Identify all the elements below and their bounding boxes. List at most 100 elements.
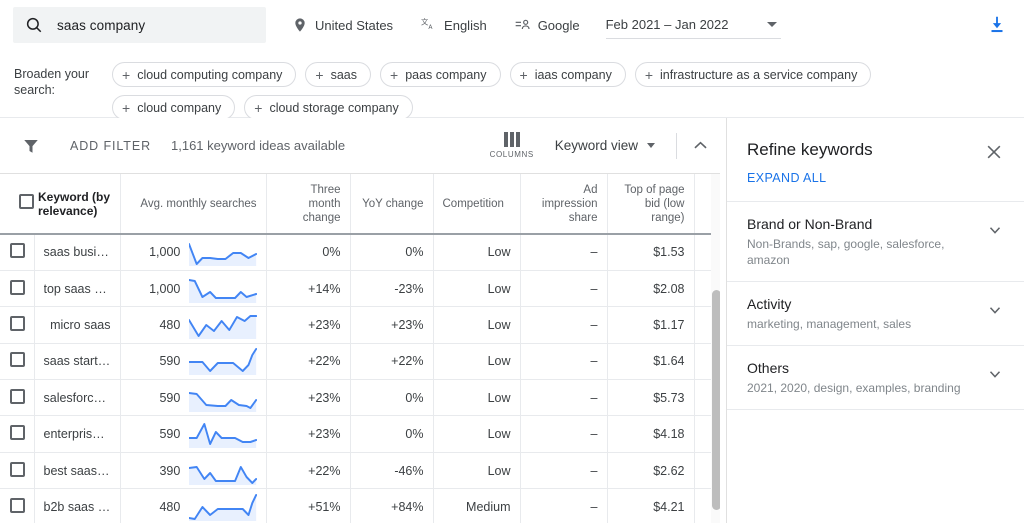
chevron-down-icon[interactable] [986, 365, 1004, 383]
column-header-ad-impression-share[interactable]: Ad impression share [520, 174, 608, 235]
search-volume-sparkline [189, 278, 257, 303]
view-selector[interactable]: Keyword view [555, 138, 655, 153]
cell-ad-impression-share: – [520, 488, 608, 523]
columns-button[interactable]: COLUMNS [489, 132, 535, 159]
add-filter-button[interactable]: ADD FILTER [70, 139, 151, 153]
broaden-chip[interactable]: + cloud company [112, 95, 236, 120]
broaden-chip-label: saas [330, 67, 358, 82]
cell-ad-impression-share: – [520, 343, 608, 381]
table-row[interactable]: saas startup 590 +22% +22% Low – $1.64 [0, 343, 723, 381]
location-label: United States [315, 17, 394, 33]
language-selector[interactable]: 文 A English [421, 10, 487, 40]
cell-yoy-change: 0% [350, 234, 434, 271]
cell-avg-monthly-searches: 590 [120, 415, 267, 453]
toolbar-right-group: COLUMNS Keyword view [489, 118, 723, 173]
chevron-up-icon [693, 141, 707, 149]
broaden-chip[interactable]: + infrastructure as a service company [634, 62, 872, 87]
column-header-competition[interactable]: Competition [433, 174, 521, 235]
table-row[interactable]: best saas co... 390 +22%-46%Low–$2.62 [0, 452, 723, 490]
cell-keyword[interactable]: b2b saas co... [34, 488, 121, 523]
location-selector[interactable]: United States [292, 10, 393, 40]
column-header-three-month-change[interactable]: Three month change [266, 174, 351, 235]
avg-monthly-searches-value: 1,000 [149, 245, 181, 260]
row-checkbox[interactable] [9, 461, 25, 477]
row-checkbox-cell [0, 488, 35, 523]
cell-avg-monthly-searches: 590 [120, 379, 267, 417]
download-button[interactable] [984, 12, 1010, 38]
broaden-chip[interactable]: + cloud storage company [244, 95, 413, 120]
cell-top-of-page-bid-low: $4.18 [607, 415, 695, 453]
columns-button-label: COLUMNS [489, 150, 534, 159]
table-row[interactable]: b2b saas co... 480 +51%+84%Medium–$4.21 [0, 488, 723, 523]
search-volume-sparkline [189, 423, 257, 449]
refine-group-subtitle: 2021, 2020, design, examples, branding [747, 381, 961, 395]
table-row[interactable]: saas business1,0000%0%Low–$1.53 [0, 234, 723, 271]
avg-monthly-searches-value: 1,000 [149, 281, 181, 296]
table-row[interactable]: micro saas 480 +23% +23% Low – $1.17 [0, 306, 723, 344]
row-checkbox[interactable] [9, 388, 25, 404]
broaden-chip[interactable]: + paas company [380, 62, 501, 87]
broaden-chip[interactable]: + cloud computing company [112, 62, 297, 87]
refine-group-activity[interactable]: Activity marketing, management, sales [727, 281, 1024, 345]
keyword-text: salesforce s... [43, 390, 111, 405]
broaden-chip[interactable]: + saas [305, 62, 372, 87]
search-input-value: saas company [57, 17, 146, 33]
table-header-row: Keyword (by relevance) Avg. monthly sear… [0, 174, 723, 235]
avg-monthly-searches-value: 480 [159, 499, 181, 514]
search-volume-sparkline [189, 465, 257, 485]
cell-keyword[interactable]: top saas co... [34, 270, 121, 308]
cell-keyword[interactable]: saas business [34, 234, 121, 271]
row-checkbox-cell [0, 270, 35, 308]
column-header-top-of-page-bid-low[interactable]: Top of page bid (low range) [607, 174, 695, 235]
cell-competition: Low [433, 270, 521, 308]
row-checkbox[interactable] [9, 315, 25, 331]
cell-keyword[interactable]: salesforce s... [34, 379, 121, 417]
expand-all-button[interactable]: EXPAND ALL [727, 162, 1024, 201]
keyword-text: top saas co... [43, 281, 111, 296]
cell-keyword[interactable]: best saas co... [34, 452, 121, 490]
row-checkbox[interactable] [9, 279, 25, 295]
broaden-chip-label: cloud storage company [269, 100, 399, 115]
cell-avg-monthly-searches: 480 [120, 488, 267, 523]
cell-keyword[interactable]: saas startup [34, 343, 121, 381]
refine-group-others[interactable]: Others 2021, 2020, design, examples, bra… [727, 345, 1024, 409]
chevron-down-icon[interactable] [986, 301, 1004, 319]
chevron-down-icon[interactable] [986, 221, 1004, 239]
broaden-chip-label: cloud computing company [137, 67, 283, 82]
refine-group-text: Others 2021, 2020, design, examples, bra… [747, 359, 986, 396]
search-volume-sparkline [189, 391, 257, 412]
collapse-button[interactable] [677, 136, 723, 155]
network-selector[interactable]: Google [515, 10, 580, 40]
keyword-table-container[interactable]: Keyword (by relevance) Avg. monthly sear… [0, 174, 723, 523]
row-checkbox[interactable] [9, 497, 25, 513]
cell-keyword[interactable]: enterprise sa... [34, 415, 121, 453]
chevron-down-icon[interactable] [766, 22, 777, 27]
cell-top-of-page-bid-low: $4.21 [607, 488, 695, 523]
date-range-selector[interactable]: Feb 2021 – Jan 2022 [605, 11, 781, 39]
select-all-checkbox[interactable] [19, 194, 34, 209]
table-row[interactable]: enterprise sa... 590 +23%0%Low–$4.18 [0, 415, 723, 453]
column-header-keyword[interactable]: Keyword (by relevance) [34, 174, 121, 235]
table-row[interactable]: salesforce s... 590 +23%0%Low–$5.73 [0, 379, 723, 417]
refine-group-brand[interactable]: Brand or Non-Brand Non-Brands, sap, goog… [727, 201, 1024, 281]
cell-competition: Low [433, 234, 521, 271]
column-header-avg-monthly-searches[interactable]: Avg. monthly searches [120, 174, 267, 235]
row-checkbox[interactable] [9, 425, 25, 441]
cell-avg-monthly-searches: 390 [120, 452, 267, 490]
cell-keyword[interactable]: micro saas [34, 306, 121, 344]
broaden-chip[interactable]: + iaas company [509, 62, 626, 87]
row-checkbox[interactable] [9, 352, 25, 368]
table-row[interactable]: top saas co... 1,000 +14% -23% Low – $2.08 [0, 270, 723, 308]
language-label: English [444, 17, 487, 33]
network-label: Google [537, 17, 580, 33]
search-volume-sparkline [189, 493, 257, 521]
row-checkbox[interactable] [9, 243, 25, 259]
filter-icon[interactable] [22, 137, 40, 155]
search-volume-sparkline [189, 314, 257, 339]
table-toolbar: ADD FILTER 1,161 keyword ideas available… [0, 118, 723, 174]
search-input[interactable]: saas company [13, 7, 266, 43]
refine-keywords-panel: Refine keywords EXPAND ALL Brand or Non-… [726, 118, 1024, 523]
search-icon [26, 17, 42, 33]
close-icon[interactable] [984, 142, 1004, 162]
column-header-yoy-change[interactable]: YoY change [350, 174, 434, 235]
